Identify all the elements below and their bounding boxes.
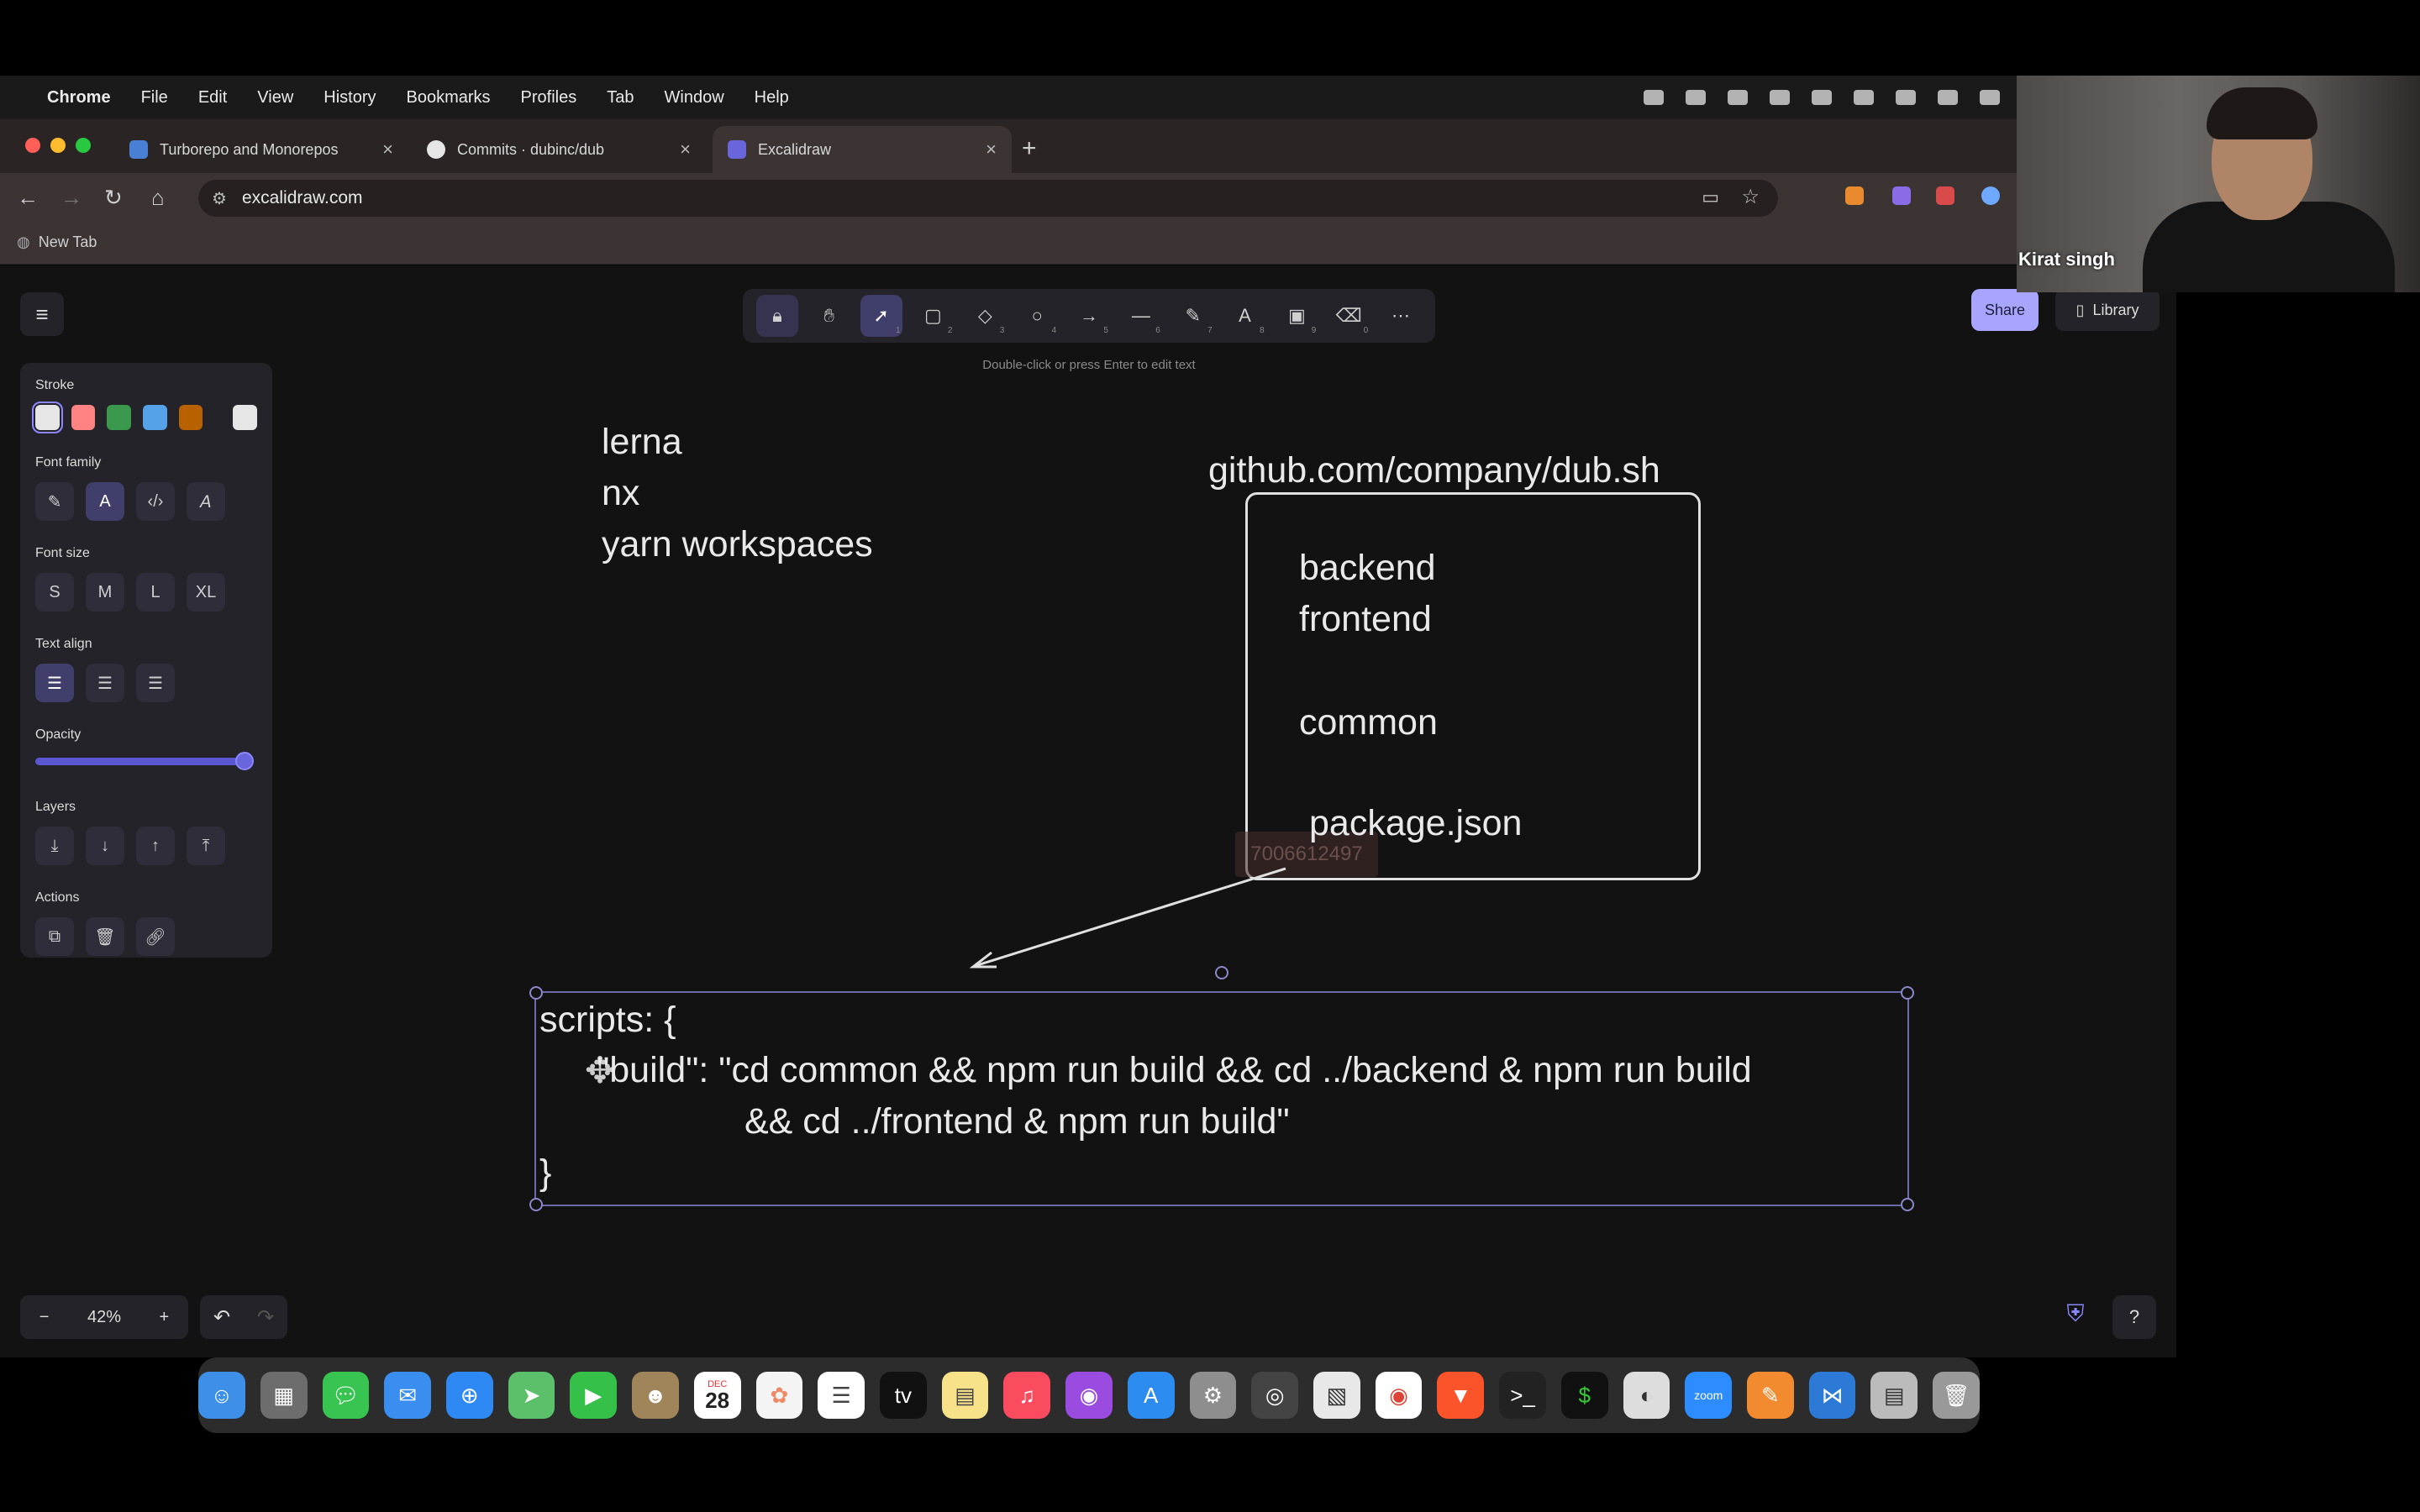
notes-icon[interactable]: ▤: [941, 1372, 989, 1419]
facetime-icon[interactable]: ▶: [570, 1372, 618, 1419]
system-settings-icon[interactable]: ⚙: [1189, 1372, 1237, 1419]
iterm-icon[interactable]: $: [1560, 1372, 1608, 1419]
zoom-level[interactable]: 42%: [87, 1308, 121, 1327]
finder-icon[interactable]: ☺: [198, 1372, 245, 1419]
zoom-app-icon[interactable]: zoom: [1685, 1372, 1733, 1419]
calendar-icon[interactable]: DEC 28: [693, 1372, 741, 1419]
zoom-out-button[interactable]: −: [39, 1308, 50, 1327]
shield-check-icon[interactable]: ⛨: [2057, 1300, 2094, 1337]
code-line-2[interactable]: "build": "cd common && npm run build && …: [597, 1050, 1752, 1091]
undo-redo-controls: ↶ ↷: [200, 1295, 287, 1339]
redo-icon[interactable]: ↷: [257, 1305, 274, 1330]
mail-icon[interactable]: ✉: [384, 1372, 431, 1419]
postman-icon[interactable]: ✎: [1747, 1372, 1794, 1419]
terminal-icon[interactable]: >_: [1499, 1372, 1546, 1419]
preview-icon[interactable]: ▧: [1313, 1372, 1360, 1419]
launchpad-icon[interactable]: ▦: [260, 1372, 308, 1419]
tv-icon[interactable]: tv: [879, 1372, 927, 1419]
music-icon[interactable]: ♫: [1003, 1372, 1051, 1419]
disk-utility-icon[interactable]: ◎: [1251, 1372, 1299, 1419]
undo-icon[interactable]: ↶: [213, 1305, 230, 1330]
proxyman-icon[interactable]: ◐: [1623, 1372, 1670, 1419]
webcam-person-hair: [2207, 87, 2317, 139]
trash-icon[interactable]: 🗑︎: [1933, 1372, 1980, 1419]
code-line-4[interactable]: }: [539, 1152, 551, 1194]
macos-dock: ☺ ▦ 💬︎ ✉ ⊕ ➤ ▶ ☻ DEC 28 ✿ ☰ tv ▤ ♫ ◉ A ⚙…: [198, 1357, 1980, 1433]
code-text-selection[interactable]: [529, 986, 1914, 1211]
brave-icon[interactable]: ▼: [1437, 1372, 1485, 1419]
webcam-name-label: Kirat singh: [2018, 249, 2115, 270]
code-line-1[interactable]: scripts: {: [539, 1000, 676, 1041]
app-store-icon[interactable]: A: [1127, 1372, 1175, 1419]
messages-icon[interactable]: 💬︎: [322, 1372, 370, 1419]
calendar-day: 28: [705, 1387, 730, 1413]
safari-icon[interactable]: ⊕: [445, 1372, 493, 1419]
chrome-icon[interactable]: ◉: [1375, 1372, 1423, 1419]
code-line-3[interactable]: && cd ../frontend & npm run build": [744, 1101, 1290, 1142]
rotation-handle[interactable]: [1215, 966, 1228, 979]
zoom-in-button[interactable]: +: [160, 1308, 170, 1327]
maps-icon[interactable]: ➤: [508, 1372, 555, 1419]
contacts-icon[interactable]: ☻: [632, 1372, 679, 1419]
photos-icon[interactable]: ✿: [755, 1372, 803, 1419]
resize-handle-ne[interactable]: [1901, 986, 1914, 1000]
resize-handle-nw[interactable]: [529, 986, 543, 1000]
webcam-overlay: Kirat singh: [2017, 76, 2420, 292]
help-icon[interactable]: ?: [2112, 1295, 2156, 1339]
podcasts-icon[interactable]: ◉: [1065, 1372, 1113, 1419]
resize-handle-se[interactable]: [1901, 1198, 1914, 1211]
resize-handle-sw[interactable]: [529, 1198, 543, 1211]
vscode-icon[interactable]: ⋈: [1808, 1372, 1856, 1419]
zoom-controls: − 42% +: [20, 1295, 188, 1339]
reminders-icon[interactable]: ☰: [818, 1372, 865, 1419]
downloads-folder-icon[interactable]: ▤: [1870, 1372, 1918, 1419]
